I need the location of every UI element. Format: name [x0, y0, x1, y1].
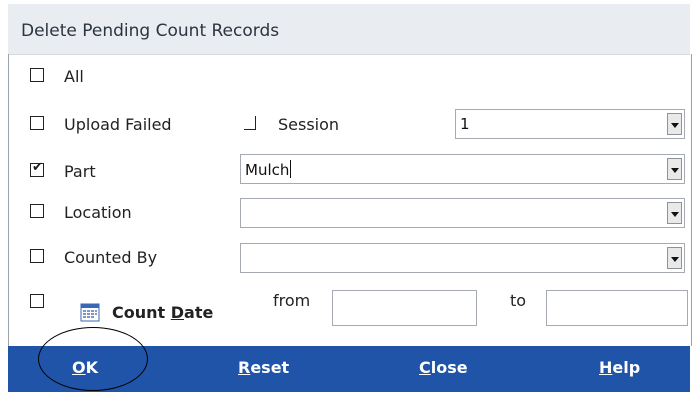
part-label: Part — [64, 162, 96, 181]
upload-failed-label: Upload Failed — [64, 115, 172, 134]
counted-by-label: Counted By — [64, 248, 158, 267]
location-select[interactable] — [240, 198, 685, 228]
to-date-input[interactable] — [546, 290, 688, 326]
checkmark-icon: ✔ — [32, 160, 43, 175]
title-bar: Delete Pending Count Records — [8, 4, 690, 55]
to-label: to — [510, 291, 527, 310]
counted-by-dropdown-button[interactable] — [667, 247, 682, 269]
text-cursor — [290, 160, 292, 178]
dialog-title: Delete Pending Count Records — [21, 21, 280, 41]
chevron-down-icon — [671, 212, 679, 217]
close-button[interactable]: Close — [419, 358, 468, 377]
session-checkbox[interactable] — [244, 116, 256, 130]
button-bar: OK Reset Close Help — [8, 346, 690, 392]
chevron-down-icon — [671, 168, 679, 173]
part-checkbox[interactable]: ✔ — [30, 160, 44, 177]
reset-button[interactable]: Reset — [238, 358, 289, 377]
location-checkbox[interactable] — [30, 204, 44, 218]
all-label: All — [64, 67, 84, 86]
count-date-checkbox[interactable] — [30, 294, 44, 308]
session-dropdown-button[interactable] — [667, 113, 682, 135]
part-select[interactable]: Mulch — [240, 154, 685, 184]
help-button[interactable]: Help — [599, 358, 640, 377]
chevron-down-icon — [671, 257, 679, 262]
part-value: Mulch — [245, 160, 292, 179]
from-date-input[interactable] — [332, 290, 477, 326]
chevron-down-icon — [671, 123, 679, 128]
count-date-label: Count Date — [112, 303, 214, 322]
location-label: Location — [64, 203, 132, 222]
delete-pending-count-records-dialog: Delete Pending Count Records All Upload … — [8, 4, 692, 392]
counted-by-checkbox[interactable] — [30, 249, 44, 263]
session-value: 1 — [460, 115, 470, 133]
calendar-icon — [80, 303, 100, 322]
part-dropdown-button[interactable] — [667, 158, 682, 180]
all-checkbox[interactable] — [30, 68, 44, 82]
counted-by-select[interactable] — [240, 243, 685, 273]
ok-button[interactable]: OK — [72, 358, 98, 377]
session-label: Session — [278, 115, 340, 134]
from-label: from — [273, 291, 311, 310]
upload-failed-checkbox[interactable] — [30, 116, 44, 130]
location-dropdown-button[interactable] — [667, 202, 682, 224]
session-select[interactable]: 1 — [455, 109, 685, 139]
